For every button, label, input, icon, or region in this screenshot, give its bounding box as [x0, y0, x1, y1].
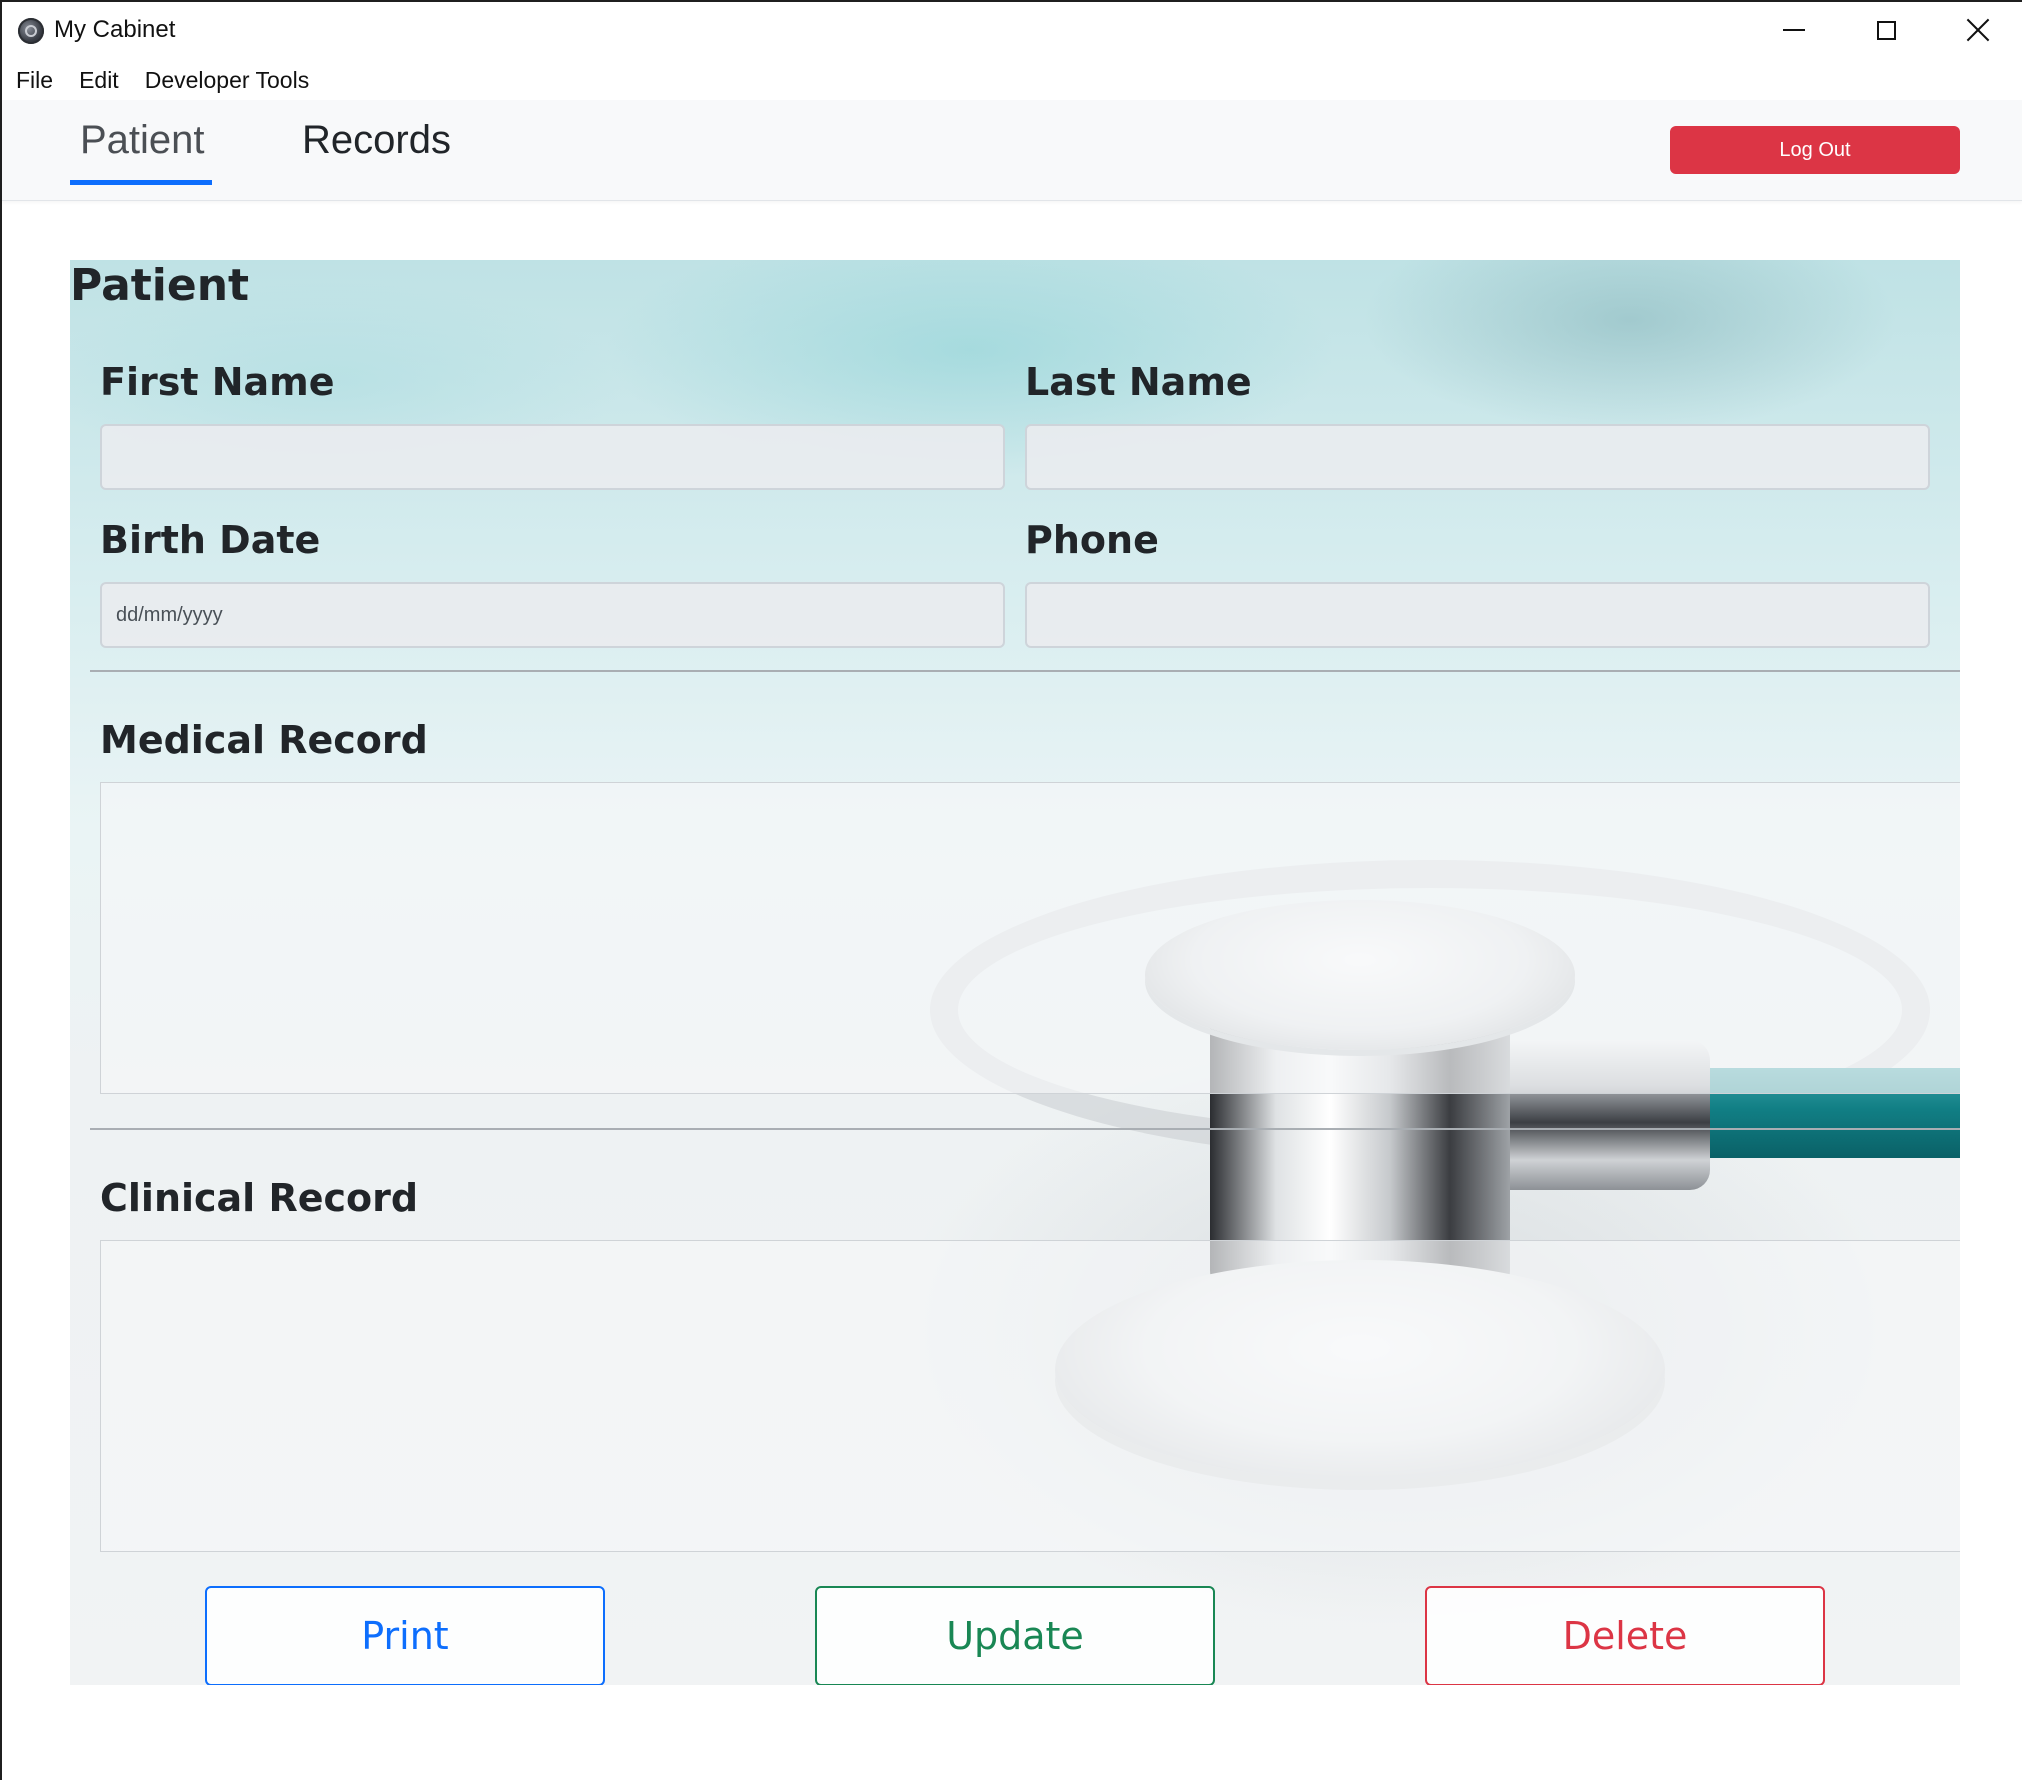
maximize-button[interactable] — [1840, 2, 1932, 58]
first-name-label: First Name — [100, 360, 335, 404]
last-name-label: Last Name — [1025, 360, 1252, 404]
last-name-input[interactable] — [1025, 424, 1930, 490]
medical-record-textarea[interactable] — [100, 782, 1960, 1094]
medical-record-label: Medical Record — [100, 718, 428, 762]
maximize-icon — [1876, 20, 1896, 40]
app-window: My Cabinet File Edit Developer Tools Pat… — [0, 0, 2022, 1780]
menu-bar: File Edit Developer Tools — [2, 62, 321, 98]
title-bar: My Cabinet — [2, 2, 2022, 58]
menu-developer-tools[interactable]: Developer Tools — [133, 67, 322, 94]
active-tab-indicator — [70, 180, 212, 185]
clinical-record-label: Clinical Record — [100, 1176, 419, 1220]
section-divider — [90, 670, 1960, 672]
phone-input[interactable] — [1025, 582, 1930, 648]
update-button[interactable]: Update — [815, 1586, 1215, 1685]
delete-button[interactable]: Delete — [1425, 1586, 1825, 1685]
phone-label: Phone — [1025, 518, 1159, 562]
logout-button[interactable]: Log Out — [1670, 126, 1960, 174]
menu-edit[interactable]: Edit — [67, 67, 131, 94]
clinical-record-textarea[interactable] — [100, 1240, 1960, 1552]
panel-title: Patient — [70, 260, 250, 311]
minimize-icon — [1783, 29, 1805, 31]
print-button[interactable]: Print — [205, 1586, 605, 1685]
tab-records[interactable]: Records — [302, 118, 451, 163]
patient-panel: Patient First Name Last Name Birth Date … — [70, 260, 1960, 1685]
window-title: My Cabinet — [54, 16, 176, 43]
minimize-button[interactable] — [1748, 2, 1840, 58]
first-name-input[interactable] — [100, 424, 1005, 490]
close-button[interactable] — [1932, 2, 2022, 58]
tab-patient[interactable]: Patient — [80, 118, 205, 163]
birth-date-label: Birth Date — [100, 518, 321, 562]
app-logo-icon — [18, 18, 44, 44]
close-icon — [1966, 18, 1990, 42]
section-divider — [90, 1128, 1960, 1130]
birth-date-input[interactable] — [100, 582, 1005, 648]
menu-file[interactable]: File — [4, 67, 65, 94]
